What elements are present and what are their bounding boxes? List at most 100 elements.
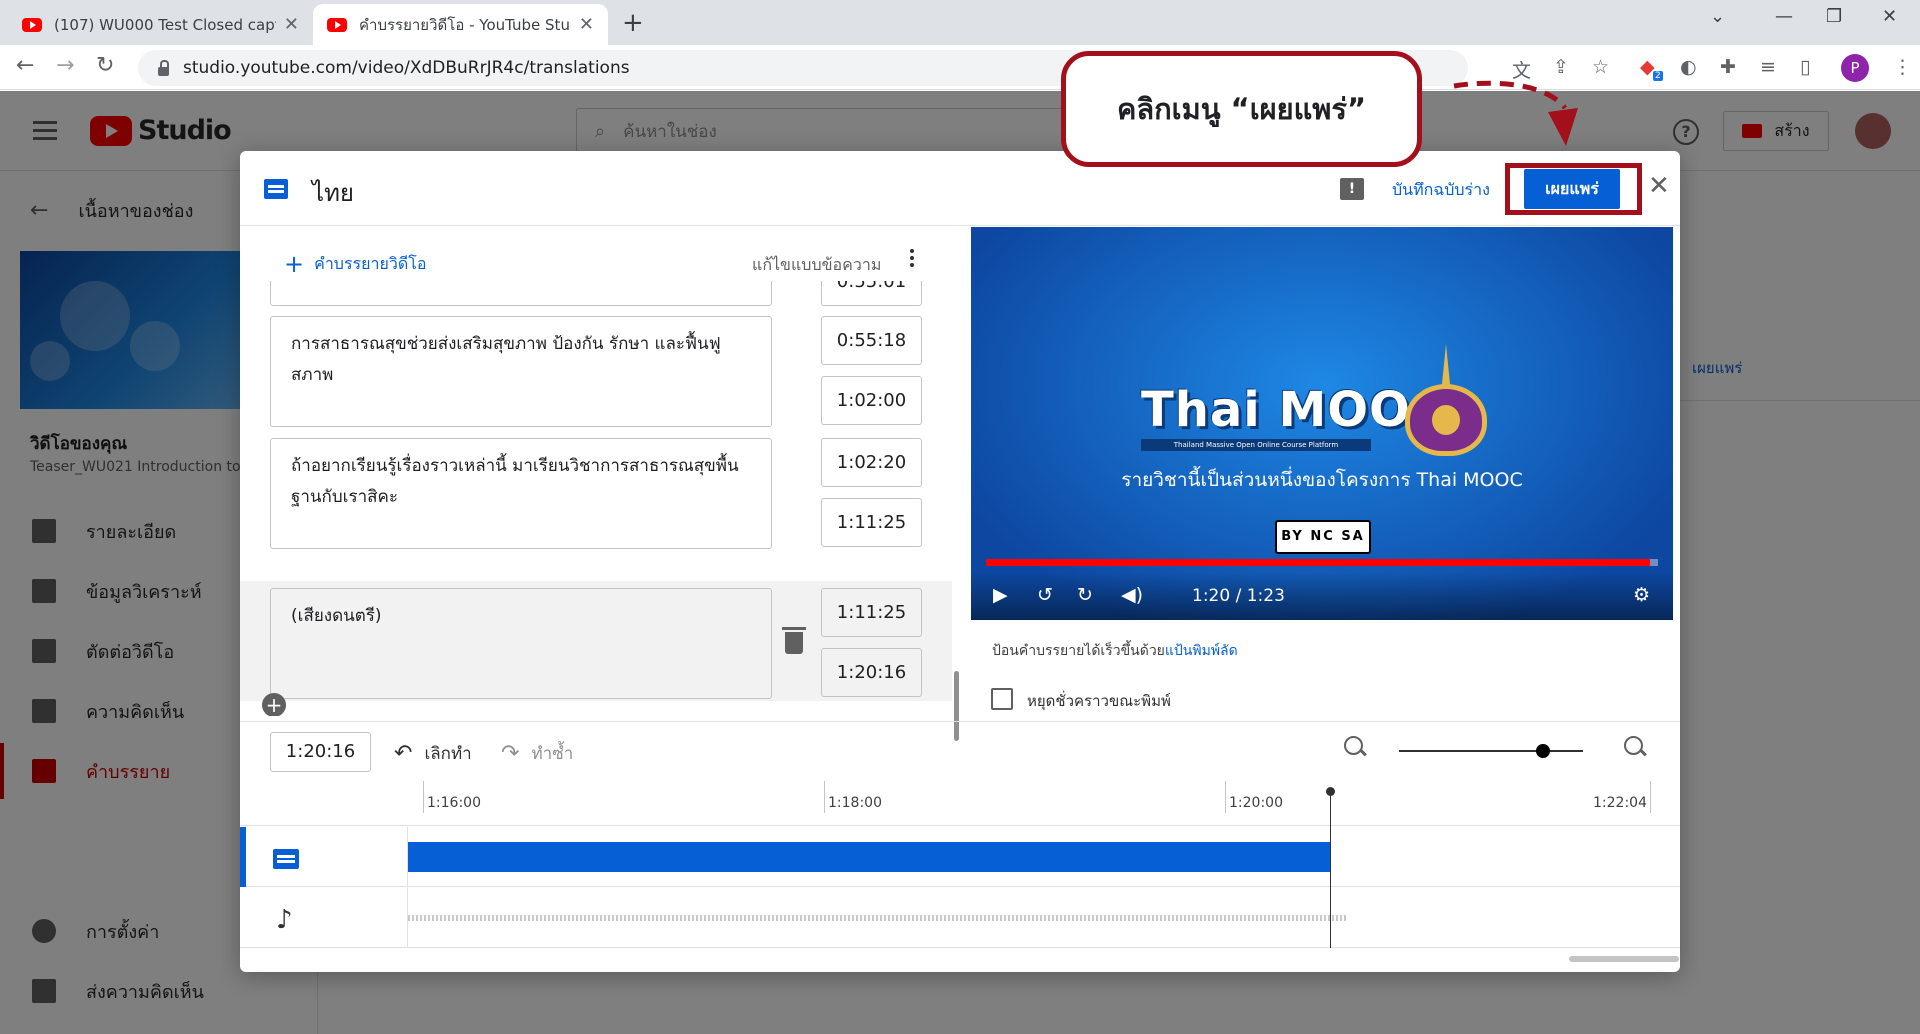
trash-icon[interactable] <box>782 627 806 654</box>
browser-tabstrip: (107) WU000 Test Closed caption ✕ คำบรรย… <box>0 0 1920 45</box>
chrome-menu-icon[interactable]: ⋮ <box>1893 56 1912 78</box>
undo-button[interactable]: ↶ เลิกทำ <box>394 740 472 767</box>
video-progress-bar[interactable] <box>986 559 1658 566</box>
media-list-icon[interactable]: ≡ <box>1760 56 1776 78</box>
close-icon[interactable]: ✕ <box>1648 171 1670 201</box>
subtitles-icon <box>264 179 288 199</box>
dialog-header: ไทย ! บันทึกฉบับร่าง เผยแพร่ ✕ <box>240 151 1680 226</box>
pause-while-typing-label: หยุดชั่วคราวขณะพิมพ์ <box>1027 692 1171 710</box>
url-text: studio.youtube.com/video/XdDBuRrJR4c/tra… <box>183 58 630 78</box>
keyboard-shortcuts-link[interactable]: แป้นพิมพ์ลัด <box>1165 643 1238 659</box>
tab-close-icon[interactable]: ✕ <box>284 14 299 35</box>
forward-arrow-icon[interactable]: → <box>56 53 74 78</box>
instruction-callout: คลิกเมนู “เผยแพร่” <box>1061 51 1422 167</box>
puzzle-icon[interactable]: ✚ <box>1720 56 1736 78</box>
playhead[interactable] <box>1326 787 1335 948</box>
cue-list-scrollbar[interactable] <box>954 671 959 741</box>
new-tab-icon[interactable]: + <box>622 8 644 38</box>
active-track-indicator <box>240 827 246 887</box>
shortcut-hint: ป้อนคำบรรยายได้เร็วขึ้นด้วยแป้นพิมพ์ลัด <box>992 640 1238 662</box>
redo-button[interactable]: ↷ ทำซ้ำ <box>501 740 573 767</box>
zoom-in-icon[interactable] <box>1624 736 1648 760</box>
feedback-icon[interactable]: ! <box>1340 178 1364 200</box>
dialog-title: ไทย <box>312 179 354 207</box>
pause-while-typing-checkbox[interactable] <box>991 688 1013 710</box>
cue-end-time[interactable]: 1:02:00 <box>821 376 922 425</box>
edit-as-text-button[interactable]: แก้ไขแบบข้อความ <box>752 253 881 278</box>
cue-start-time[interactable]: 1:02:20 <box>821 438 922 487</box>
tick-label: 1:20:00 <box>1229 795 1283 811</box>
zoom-slider-knob[interactable] <box>1535 744 1550 758</box>
subtitle-editor-dialog: ไทย ! บันทึกฉบับร่าง เผยแพร่ ✕ + คำบรรยา… <box>240 151 1680 972</box>
cue-text-field[interactable] <box>270 281 772 306</box>
rewind-10-icon[interactable]: ↺ <box>1037 584 1053 606</box>
save-draft-button[interactable]: บันทึกฉบับร่าง <box>1392 178 1490 203</box>
shortcut-text: ป้อนคำบรรยายได้เร็วขึ้นด้วย <box>992 643 1165 659</box>
university-seal-image <box>1405 344 1487 456</box>
tab-title: (107) WU000 Test Closed caption <box>54 15 276 34</box>
redo-label: ทำซ้ำ <box>531 744 574 764</box>
add-description-button[interactable]: + คำบรรยายวิดีโอ <box>284 250 426 278</box>
reload-icon[interactable]: ↻ <box>96 53 114 78</box>
minimize-icon[interactable]: — <box>1775 6 1793 27</box>
timeline-ruler: 1:16:00 1:18:00 1:20:00 1:22:04 <box>240 781 1680 826</box>
cue-text-field-active[interactable]: (เสียงดนตรี) <box>270 588 772 699</box>
extension-2-icon[interactable]: ◐ <box>1680 56 1697 78</box>
cue-start-time[interactable]: 1:11:25 <box>821 588 922 637</box>
forward-10-icon[interactable]: ↻ <box>1077 584 1093 606</box>
profile-avatar[interactable]: P <box>1841 54 1869 82</box>
audio-waveform <box>408 915 1348 921</box>
volume-icon[interactable]: ◀) <box>1121 584 1143 606</box>
video-progress-fill <box>986 559 1650 566</box>
side-panel-icon[interactable]: ▯ <box>1800 56 1810 78</box>
tab-title: คำบรรยายวิดีโอ - YouTube Studio <box>359 15 571 34</box>
restore-icon[interactable]: ❐ <box>1826 6 1842 27</box>
audio-track: ♪ <box>240 888 1680 948</box>
music-note-icon: ♪ <box>276 905 293 935</box>
back-arrow-icon[interactable]: ← <box>16 53 34 78</box>
creative-commons-badge: BY NC SA <box>1275 520 1371 554</box>
plus-icon: + <box>284 250 305 278</box>
bookmark-star-icon[interactable]: ☆ <box>1592 56 1609 78</box>
undo-label: เลิกทำ <box>424 744 472 764</box>
divider <box>240 721 1680 722</box>
browser-tab-2-active[interactable]: คำบรรยายวิดีโอ - YouTube Studio ✕ <box>313 4 608 45</box>
video-time: 1:20 / 1:23 <box>1192 586 1285 606</box>
cue-end-time[interactable]: 0:55:01 <box>821 281 922 306</box>
browser-tab-1[interactable]: (107) WU000 Test Closed caption ✕ <box>8 4 313 45</box>
window-close-icon[interactable]: ✕ <box>1882 6 1897 27</box>
video-controls: ▶ ↺ ↻ ◀) 1:20 / 1:23 ⚙ <box>971 572 1673 620</box>
undo-icon: ↶ <box>394 741 413 766</box>
cue-end-time[interactable]: 1:20:16 <box>821 648 922 697</box>
more-options-icon[interactable] <box>910 249 914 270</box>
video-player[interactable]: Thai MOOC Thailand Massive Open Online C… <box>971 227 1673 620</box>
zoom-slider[interactable] <box>1399 744 1583 758</box>
add-description-label: คำบรรยายวิดีโอ <box>314 253 427 273</box>
cue-list: 0:55:01 การสาธารณสุขช่วยส่งเสริมสุขภาพ ป… <box>240 281 960 716</box>
tab-close-icon[interactable]: ✕ <box>579 14 594 35</box>
divider <box>407 827 408 948</box>
cue-text-field[interactable]: การสาธารณสุขช่วยส่งเสริมสุขภาพ ป้องกัน ร… <box>270 316 772 427</box>
play-icon[interactable]: ▶ <box>993 584 1008 606</box>
tick-label: 1:22:04 <box>1593 795 1647 811</box>
zoom-out-icon[interactable] <box>1344 736 1368 760</box>
tab-search-chevron-icon[interactable]: ⌄ <box>1710 6 1725 27</box>
gear-icon[interactable]: ⚙ <box>1633 584 1650 606</box>
cue-block[interactable] <box>408 842 1330 872</box>
subtitles-icon <box>273 849 299 869</box>
browser-toolbar: ← → ↻ studio.youtube.com/video/XdDBuRrJR… <box>0 45 1920 90</box>
tick-label: 1:16:00 <box>427 795 481 811</box>
share-icon[interactable]: ⇪ <box>1553 56 1569 78</box>
cue-start-time[interactable]: 0:55:18 <box>821 316 922 365</box>
redo-icon: ↷ <box>501 741 520 766</box>
cue-text-field[interactable]: ถ้าอยากเรียนรู้เรื่องราวเหล่านี้ มาเรียน… <box>270 438 772 549</box>
cue-end-time[interactable]: 1:11:25 <box>821 498 922 547</box>
translate-icon[interactable]: 文 <box>1512 56 1531 83</box>
current-time-field[interactable]: 1:20:16 <box>270 732 371 772</box>
add-cue-icon[interactable]: + <box>262 693 286 716</box>
timeline-scrollbar[interactable] <box>1569 956 1679 962</box>
extension-badge: 2 <box>1653 71 1663 81</box>
thai-mooc-logo: Thai MOOC <box>1141 382 1448 438</box>
thai-mooc-tagline: Thailand Massive Open Online Course Plat… <box>1141 439 1371 451</box>
publish-highlight-box <box>1505 163 1642 215</box>
